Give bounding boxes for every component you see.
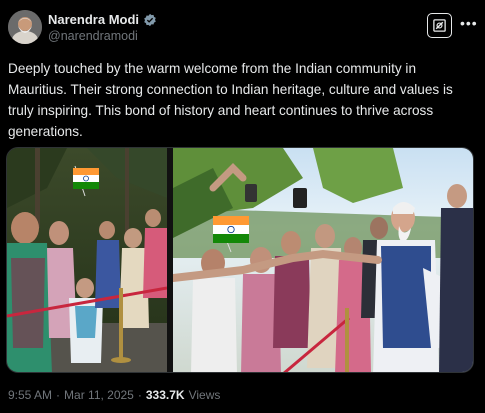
tweet-card: Narendra Modi @narendramodi ••• Deeply t… — [0, 0, 485, 413]
views-count: 333.7K — [145, 388, 185, 402]
views-label: Views — [188, 388, 221, 402]
tweet-text: Deeply touched by the warm welcome from … — [8, 61, 453, 139]
meta-separator: · — [56, 388, 61, 402]
tweet-metadata: 9:55 AM · Mar 11, 2025 · 333.7K Views — [8, 388, 220, 402]
media-photo-2[interactable] — [173, 148, 473, 372]
media-photo-1[interactable] — [7, 148, 167, 372]
author-handle[interactable]: @narendramodi — [48, 29, 138, 43]
more-icon[interactable]: ••• — [460, 16, 478, 30]
avatar[interactable] — [8, 10, 42, 44]
author-name-row: Narendra Modi — [48, 12, 157, 27]
meta-separator: · — [137, 388, 142, 402]
tweet-time[interactable]: 9:55 AM — [8, 388, 52, 402]
author-display-name[interactable]: Narendra Modi — [48, 12, 139, 27]
grok-icon[interactable] — [427, 13, 452, 38]
tweet-date[interactable]: Mar 11, 2025 — [64, 388, 134, 402]
verified-badge-icon — [143, 13, 157, 27]
media-gallery — [6, 147, 474, 373]
